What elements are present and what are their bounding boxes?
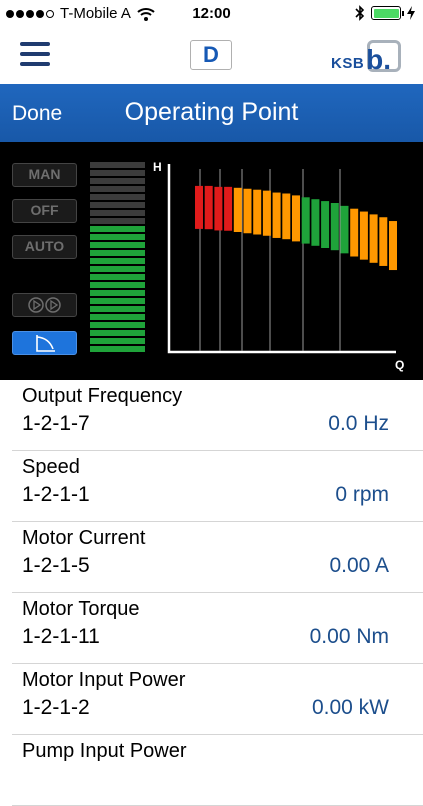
operating-point-chart: H Q — [153, 160, 404, 372]
parameter-name: Output Frequency — [22, 385, 183, 407]
level-segment-lit — [90, 258, 145, 264]
parameter-name: Pump Input Power — [22, 740, 187, 762]
navigation-bar: D KSB b. — [0, 28, 423, 84]
parameter-code: 1-2-1-2 — [22, 696, 90, 719]
level-segment-off — [90, 202, 145, 208]
parameter-name: Motor Current — [22, 527, 146, 549]
chart-bar — [379, 217, 388, 266]
bluetooth-icon — [355, 5, 365, 21]
level-segment-lit — [90, 242, 145, 248]
operating-point-panel: MAN OFF AUTO H Q — [0, 142, 423, 380]
parameter-code: 1-2-1-5 — [22, 554, 90, 577]
level-segment-lit — [90, 306, 145, 312]
parameter-row[interactable]: Motor Torque 1-2-1-11 0.00 Nm — [12, 593, 423, 664]
parameter-row[interactable]: Pump Input Power — [12, 735, 423, 806]
hamburger-icon[interactable] — [20, 42, 50, 68]
charging-icon — [407, 6, 415, 20]
page-title: Operating Point — [124, 98, 299, 126]
curve-view-button[interactable] — [12, 331, 77, 355]
parameter-name: Motor Input Power — [22, 669, 186, 691]
chart-bar — [301, 197, 310, 244]
level-segment-lit — [90, 226, 145, 232]
parameter-code: 1-2-1-11 — [22, 625, 100, 648]
pump-curve-icon — [36, 335, 55, 352]
parameter-row[interactable]: Speed 1-2-1-1 0 rpm — [12, 451, 423, 522]
chart-bar — [311, 199, 320, 246]
chart-bar — [233, 187, 242, 232]
level-segment-lit — [90, 314, 145, 320]
play-mode-button[interactable] — [12, 293, 77, 317]
chart-bar — [350, 208, 359, 257]
parameter-row[interactable]: Motor Current 1-2-1-5 0.00 A — [12, 522, 423, 593]
status-right — [355, 5, 415, 21]
chart-bar — [253, 189, 262, 235]
ksb-logo: KSB b. — [331, 38, 401, 74]
chart-bar — [204, 185, 213, 230]
level-segment-lit — [90, 298, 145, 304]
level-segment-lit — [90, 346, 145, 352]
level-segment-lit — [90, 234, 145, 240]
level-segment-off — [90, 162, 145, 168]
battery-icon — [371, 6, 404, 20]
parameter-row[interactable]: Motor Input Power 1-2-1-2 0.00 kW — [12, 664, 423, 735]
chart-bar — [214, 186, 223, 231]
level-segment-off — [90, 178, 145, 184]
status-bar: T-Mobile A 12:00 — [0, 0, 423, 28]
chart-bar — [282, 193, 291, 240]
chart-bar — [330, 203, 339, 251]
parameter-name: Speed — [22, 456, 80, 478]
level-segment-off — [90, 210, 145, 216]
chart-bar — [292, 195, 300, 242]
brand-mark-letter: b. — [366, 44, 391, 75]
parameter-code: 1-2-1-1 — [22, 483, 90, 506]
level-segment-lit — [90, 282, 145, 288]
chart-bar — [340, 205, 349, 254]
brand-label: KSB — [331, 55, 365, 72]
level-segment-lit — [90, 250, 145, 256]
chart-bar — [359, 211, 368, 260]
level-segment-off — [90, 194, 145, 200]
x-axis-label: Q — [395, 358, 404, 372]
chart-bar — [243, 188, 252, 234]
chart-bar — [262, 190, 271, 236]
parameter-value: 0.00 A — [329, 554, 389, 577]
chart-bar — [389, 221, 397, 271]
parameter-row[interactable]: Output Frequency 1-2-1-7 0.0 Hz — [12, 380, 423, 451]
chart-bar — [195, 185, 203, 229]
parameter-code: 1-2-1-7 — [22, 412, 90, 435]
off-button[interactable]: OFF — [12, 199, 77, 223]
mode-badge[interactable]: D — [190, 40, 232, 70]
level-segment-lit — [90, 322, 145, 328]
chart-bar — [224, 186, 233, 231]
chart-bars — [195, 185, 397, 271]
chart-bar — [369, 214, 378, 263]
level-segment-off — [90, 170, 145, 176]
playback-icon — [27, 297, 61, 313]
title-bar: Done Operating Point — [0, 84, 423, 142]
chart-bar — [321, 201, 330, 248]
chart-bar — [272, 192, 281, 238]
level-meter — [90, 162, 145, 354]
man-button[interactable]: MAN — [12, 163, 77, 187]
level-segment-lit — [90, 290, 145, 296]
level-segment-lit — [90, 338, 145, 344]
parameter-value: 0.00 Nm — [309, 625, 389, 648]
parameter-value: 0.0 Hz — [328, 412, 389, 435]
level-segment-lit — [90, 274, 145, 280]
parameter-name: Motor Torque — [22, 598, 140, 620]
level-segment-lit — [90, 266, 145, 272]
parameter-value: 0.00 kW — [311, 696, 389, 719]
parameter-value: 0 rpm — [335, 483, 389, 506]
y-axis-label: H — [153, 160, 162, 174]
level-segment-off — [90, 218, 145, 224]
level-segment-lit — [90, 330, 145, 336]
parameter-list: Output Frequency 1-2-1-7 0.0 Hz Speed 1-2-1-… — [0, 380, 423, 806]
level-segment-off — [90, 186, 145, 192]
auto-button[interactable]: AUTO — [12, 235, 77, 259]
